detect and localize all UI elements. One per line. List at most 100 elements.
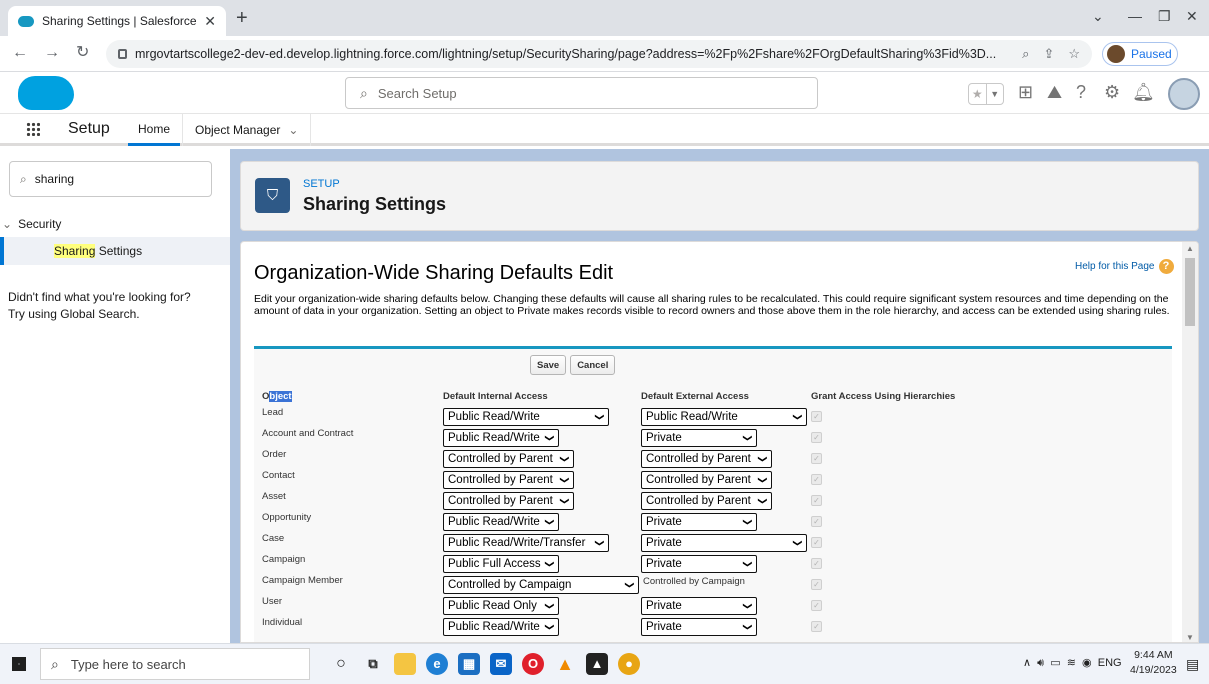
external-access-select[interactable]: Controlled by Parent [641, 492, 772, 510]
table-row: Order Controlled by Parent Controlled by… [254, 447, 1172, 468]
internal-access-select[interactable]: Public Read/Write [443, 429, 559, 447]
setup-nav-bar: Setup Home Object Manager ⌄ [0, 114, 1209, 146]
store-icon[interactable]: ▦ [458, 653, 480, 675]
internal-access-select[interactable]: Controlled by Parent [443, 492, 574, 510]
profile-avatar [1107, 45, 1125, 63]
bookmark-star-icon[interactable]: ☆ [1068, 46, 1080, 62]
external-access-select[interactable]: Public Read/Write [641, 408, 807, 426]
windows-taskbar: ⌕ Type here to search ○ ⧉ e ▦ ✉ O ▲ ▲ ● … [0, 643, 1209, 684]
table-row: Contact Controlled by Parent Controlled … [254, 468, 1172, 489]
global-actions-icon[interactable]: ⊞ [1018, 82, 1033, 102]
internal-access-select[interactable]: Public Read/Write [443, 408, 609, 426]
internal-access-select[interactable]: Public Read/Write/Transfer [443, 534, 609, 552]
new-tab-icon[interactable]: + [236, 8, 248, 28]
favorites-button[interactable]: ★ ▼ [968, 83, 1004, 105]
hierarchy-checkbox: ✓ [811, 411, 822, 422]
search-setup-input[interactable]: ⌕ Search Setup [345, 77, 818, 109]
vlc-icon[interactable]: ▲ [554, 653, 576, 675]
search-icon: ⌕ [51, 655, 59, 672]
back-icon[interactable]: ← [12, 44, 28, 62]
close-window-icon[interactable]: ✕ [1186, 8, 1198, 25]
scroll-down-icon[interactable]: ▼ [1186, 633, 1194, 642]
edge-icon[interactable]: e [426, 653, 448, 675]
favorites-star-icon[interactable]: ★ [969, 84, 986, 104]
scroll-thumb[interactable] [1185, 258, 1195, 326]
external-access-select[interactable]: Private [641, 618, 757, 636]
table-row: Asset Controlled by Parent Controlled by… [254, 489, 1172, 510]
column-header-internal: Default Internal Access [443, 391, 548, 402]
taskbar-clock[interactable]: 9:44 AM 4/19/2023 [1130, 648, 1177, 678]
system-tray[interactable]: ∧ 🔊︎ ▭ ≋ ◉ ENG [1023, 656, 1122, 670]
setup-gear-icon[interactable]: ⚙ [1104, 82, 1120, 102]
mail-icon[interactable]: ✉ [490, 653, 512, 675]
sidebar-item-sharing-settings[interactable]: Sharing Settings [0, 237, 230, 265]
internal-access-select[interactable]: Public Read Only [443, 597, 559, 615]
restore-icon[interactable]: ❐ [1158, 8, 1171, 25]
tab-object-manager[interactable]: Object Manager ⌄ [182, 114, 312, 146]
object-header-selected: bject [269, 391, 292, 402]
tab-search-icon[interactable]: ⌄ [1092, 8, 1104, 25]
windows-start-icon[interactable] [12, 657, 26, 671]
external-access-select[interactable]: Private [641, 429, 757, 447]
chrome-icon[interactable]: ● [618, 653, 640, 675]
page-header-card: ⛉ SETUP Sharing Settings [240, 161, 1199, 231]
external-access-select[interactable]: Controlled by Parent [641, 471, 772, 489]
external-access-select[interactable]: Controlled by Parent [641, 450, 772, 468]
app-name: Setup [68, 120, 110, 137]
task-view-icon[interactable]: ⧉ [362, 653, 384, 675]
column-header-external: Default External Access [641, 391, 749, 402]
internal-access-select[interactable]: Controlled by Campaign [443, 576, 639, 594]
internal-access-select[interactable]: Public Full Access [443, 555, 559, 573]
favorites-dropdown-icon[interactable]: ▼ [985, 84, 1004, 104]
edit-heading: Organization-Wide Sharing Defaults Edit [254, 262, 614, 284]
quick-find-value: sharing [34, 172, 75, 186]
tab-home[interactable]: Home [128, 114, 181, 146]
nav-item-highlight: Sharing [54, 244, 96, 258]
security-section-toggle[interactable]: ⌄ Security [2, 217, 61, 231]
quick-find-input[interactable]: ⌕ sharing [9, 161, 212, 197]
cancel-button[interactable]: Cancel [570, 355, 616, 375]
object-name: Case [262, 533, 285, 544]
notifications-bell-icon[interactable]: 🔔︎ [1132, 82, 1155, 102]
content-scrollbar[interactable]: ▲ ▼ [1182, 242, 1198, 642]
external-access-select[interactable]: Private [641, 513, 757, 531]
share-icon[interactable]: ⇪ [1043, 46, 1054, 62]
zoom-search-icon[interactable]: ⌕ [1022, 46, 1029, 62]
external-access-select[interactable]: Private [641, 555, 757, 573]
taskbar-search-input[interactable]: ⌕ Type here to search [40, 648, 310, 680]
url-field[interactable]: mrgovtartscollege2-dev-ed.develop.lightn… [106, 40, 1092, 68]
reload-icon[interactable]: ↻ [76, 44, 89, 62]
profile-button[interactable]: Paused [1102, 42, 1178, 66]
notification-center-icon[interactable]: ▤ [1186, 656, 1199, 673]
external-access-select[interactable]: Private [641, 534, 807, 552]
save-button[interactable]: Save [530, 355, 567, 375]
salesforce-logo[interactable] [18, 76, 74, 110]
close-tab-icon[interactable]: ✕ [204, 13, 216, 30]
external-access-static: Controlled by Campaign [643, 576, 745, 587]
hierarchy-checkbox: ✓ [811, 453, 822, 464]
external-access-select[interactable]: Private [641, 597, 757, 615]
help-icon[interactable]: ? [1076, 82, 1086, 102]
internal-access-select[interactable]: Public Read/Write [443, 513, 559, 531]
clock-time: 9:44 AM [1134, 649, 1173, 661]
scroll-up-icon[interactable]: ▲ [1186, 244, 1194, 253]
app-launcher-icon[interactable] [26, 122, 40, 136]
cortana-icon[interactable]: ○ [330, 653, 352, 675]
trailhead-icon[interactable]: ⛰ [1047, 82, 1062, 102]
object-name: Order [262, 449, 287, 460]
nav-item-rest: Settings [95, 244, 143, 258]
photos-icon[interactable]: ▲ [586, 653, 608, 675]
internal-access-select[interactable]: Public Read/Write [443, 618, 559, 636]
file-explorer-icon[interactable] [394, 653, 416, 675]
minimize-icon[interactable]: — [1128, 8, 1142, 24]
browser-tab[interactable]: Sharing Settings | Salesforce ✕ [8, 6, 226, 36]
internal-access-select[interactable]: Controlled by Parent [443, 450, 574, 468]
internal-access-select[interactable]: Controlled by Parent [443, 471, 574, 489]
opera-icon[interactable]: O [522, 653, 544, 675]
not-found-line2: Try using Global Search. [8, 307, 140, 321]
hierarchy-checkbox: ✓ [811, 579, 822, 590]
forward-icon[interactable]: → [44, 44, 60, 62]
help-for-this-page-link[interactable]: Help for this Page ? [1075, 259, 1174, 274]
user-avatar[interactable] [1168, 78, 1200, 110]
search-placeholder: Search Setup [377, 85, 457, 101]
